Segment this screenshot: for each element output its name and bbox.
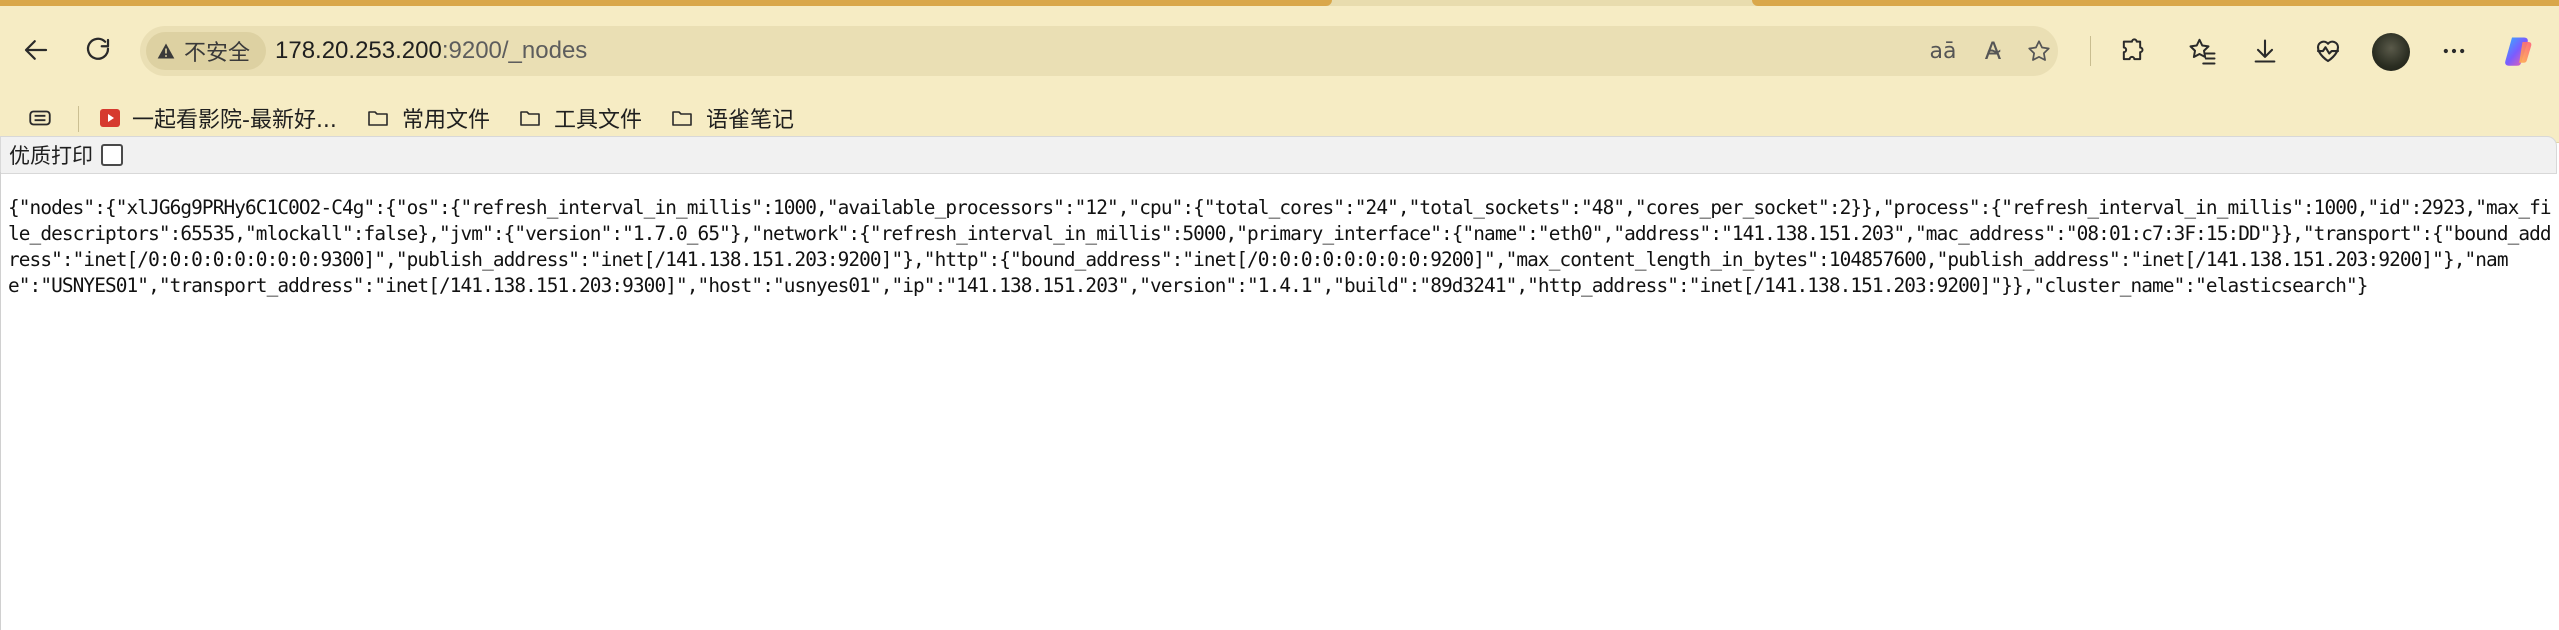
bookmark-label: 语雀笔记 (706, 108, 795, 133)
favorites-icon (2189, 38, 2216, 65)
folder-icon (368, 111, 388, 126)
bookmark-label: 工具文件 (554, 108, 643, 133)
download-icon (2254, 39, 2276, 63)
url-text[interactable]: 178.20.253.200:9200/_nodes (275, 37, 587, 65)
heart-pulse-icon (2316, 40, 2340, 63)
bookmark-folder-common[interactable]: 常用文件 (364, 102, 490, 134)
bookmarks-manager-button[interactable] (26, 102, 54, 134)
security-label: 不安全 (184, 41, 251, 66)
video-icon (100, 109, 120, 127)
read-aloud-icon: A̴ (1984, 37, 2002, 65)
read-aloud-button[interactable]: A̴ (1976, 34, 2010, 68)
health-button[interactable] (2308, 31, 2348, 71)
bookmarks-manager-icon (29, 110, 51, 126)
folder-icon (520, 111, 540, 126)
security-indicator[interactable]: 不安全 (146, 32, 267, 70)
json-response-text: {"nodes":{"xlJG6g9PRHy6C1C0O2-C4g":{"os"… (8, 196, 2552, 297)
bookmark-label: 一起看影院-最新好... (132, 108, 337, 133)
bookmark-folder-notes[interactable]: 语雀笔记 (668, 102, 794, 134)
translate-button[interactable]: aā (1926, 34, 1960, 68)
favorite-button[interactable] (2022, 34, 2056, 68)
url-path: :9200/_nodes (441, 37, 588, 64)
folder-icon (672, 111, 692, 126)
profile-avatar[interactable] (2372, 33, 2410, 71)
back-arrow-icon (24, 40, 48, 60)
browser-toolbar: 不安全 178.20.253.200:9200/_nodes aā A̴ (0, 6, 2559, 94)
extensions-button[interactable] (2112, 31, 2152, 71)
refresh-icon (86, 37, 110, 60)
downloads-button[interactable] (2245, 31, 2285, 71)
bookmark-label: 常用文件 (402, 108, 491, 133)
bookmarks-separator (78, 106, 79, 132)
browser-window: 不安全 178.20.253.200:9200/_nodes aā A̴ 一起看… (0, 0, 2559, 630)
warning-icon (157, 43, 175, 59)
bookmark-item-movie[interactable]: 一起看影院-最新好... (98, 102, 337, 134)
refresh-button[interactable] (76, 28, 120, 72)
bookmark-folder-tools[interactable]: 工具文件 (516, 102, 642, 134)
print-quality-label: 优质打印 (9, 144, 93, 168)
favorites-button[interactable] (2182, 31, 2222, 71)
content-edge (0, 172, 1, 630)
back-button[interactable] (14, 28, 58, 72)
print-quality-checkbox[interactable] (101, 144, 123, 166)
star-icon (2028, 40, 2050, 61)
copilot-button[interactable] (2498, 31, 2538, 71)
translate-icon: aā (1929, 38, 1957, 64)
toolbar-separator (2090, 36, 2091, 66)
print-quality-bar: 优质打印 (0, 136, 2557, 174)
url-host: 178.20.253.200 (275, 37, 442, 64)
more-icon (2443, 48, 2465, 54)
copilot-icon (2505, 37, 2532, 66)
more-button[interactable] (2434, 31, 2474, 71)
extensions-icon (2122, 38, 2144, 61)
address-bar[interactable]: 不安全 178.20.253.200:9200/_nodes aā A̴ (140, 26, 2058, 76)
